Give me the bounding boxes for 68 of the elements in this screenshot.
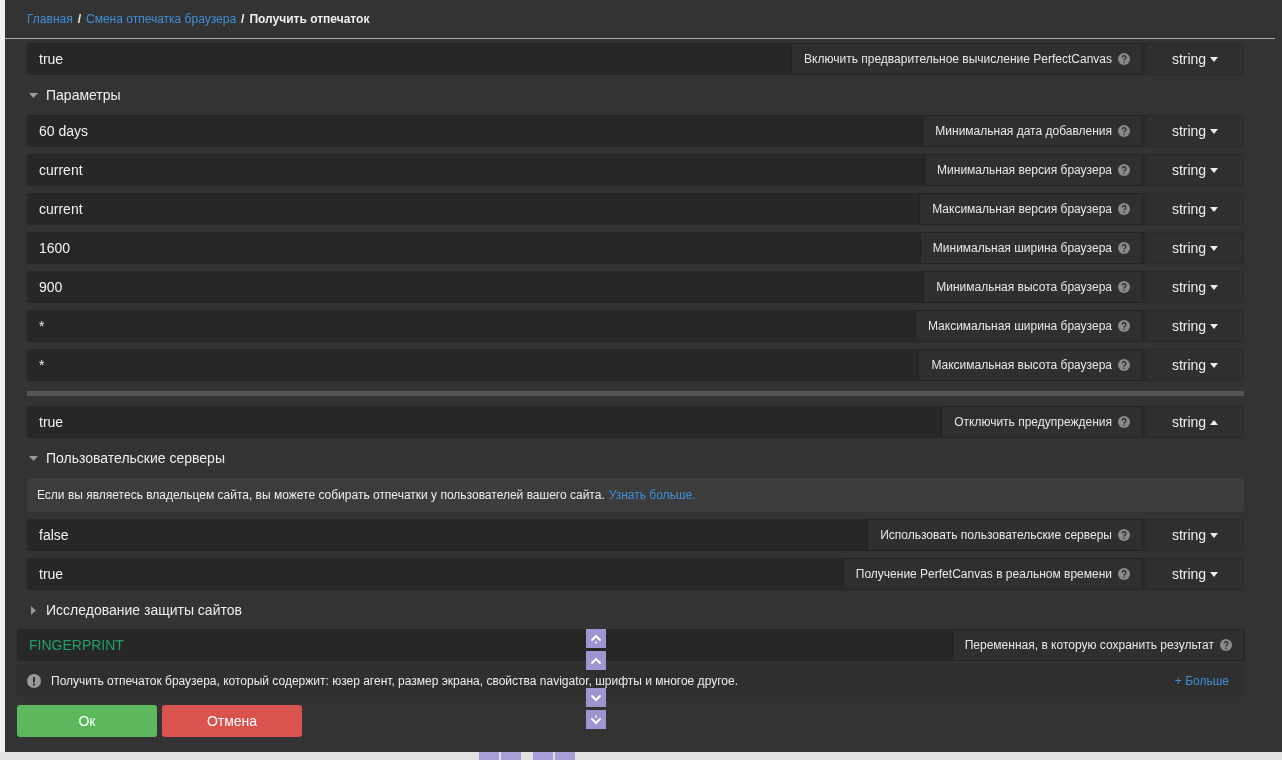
parameter-label: Минимальная высота браузера xyxy=(923,271,1143,303)
caret-icon xyxy=(1210,56,1219,62)
caret-icon xyxy=(1210,284,1219,290)
type-dropdown[interactable]: string xyxy=(1146,115,1244,147)
breadcrumb-separator: / xyxy=(241,12,245,26)
triangle-icon xyxy=(29,605,38,615)
parameter-label: Минимальная ширина браузера xyxy=(919,232,1143,264)
chevron-up-icon xyxy=(590,632,602,645)
breadcrumb-link[interactable]: Главная xyxy=(27,12,73,26)
help-icon xyxy=(1118,125,1130,137)
scroll-up-button[interactable] xyxy=(586,651,606,670)
caret-icon xyxy=(1210,419,1219,425)
help-icon xyxy=(1220,639,1232,651)
help-icon xyxy=(1118,164,1130,176)
section-toggle[interactable]: Исследование защиты сайтов xyxy=(27,597,242,623)
caret-icon xyxy=(1210,167,1219,173)
caret-icon xyxy=(1210,245,1219,251)
type-dropdown[interactable]: string xyxy=(1146,232,1244,264)
breadcrumb-current: Получить отпечаток xyxy=(249,12,370,26)
scroll-down-button[interactable] xyxy=(586,688,606,707)
type-dropdown[interactable]: string xyxy=(1146,349,1244,381)
help-icon xyxy=(1118,416,1130,428)
caret-icon xyxy=(1210,206,1219,212)
parameter-label: Получение PerfetCanvas в реальном времени xyxy=(842,558,1143,590)
caret-icon xyxy=(1210,128,1219,134)
triangle-icon xyxy=(29,90,38,100)
caret-icon xyxy=(1210,571,1219,577)
help-icon xyxy=(1118,320,1130,332)
type-dropdown[interactable]: string xyxy=(1146,154,1244,186)
type-dropdown[interactable]: string xyxy=(1146,406,1244,438)
caret-icon xyxy=(1210,362,1219,368)
parameter-label: Максимальная версия браузера xyxy=(919,193,1143,225)
scroll-down-button[interactable] xyxy=(586,710,606,729)
section-toggle[interactable]: Параметры xyxy=(27,82,121,108)
help-icon xyxy=(1118,359,1130,371)
caret-icon xyxy=(1210,532,1219,538)
parameter-label: Использовать пользовательские серверы xyxy=(867,519,1143,551)
breadcrumb-link[interactable]: Смена отпечатка браузера xyxy=(86,12,237,26)
warning-icon xyxy=(27,674,41,688)
description-text: Получить отпечаток браузера, который содержит: юзер агент, размер экрана, свойства navigator, шрифты и многое другое. xyxy=(51,674,739,688)
parameter-label: Максимальная высота браузера xyxy=(918,349,1143,381)
cancel-button[interactable]: Отмена xyxy=(162,705,302,737)
breadcrumb-separator: / xyxy=(77,12,82,26)
info-text: Если вы являетесь владельцем сайта, вы можете собирать отпечатки у пользователей вашего сайта. Узнать больше. xyxy=(37,488,696,502)
chevron-down-icon xyxy=(590,713,602,726)
type-dropdown[interactable]: string xyxy=(1146,310,1244,342)
type-dropdown[interactable]: string xyxy=(1146,271,1244,303)
section-toggle[interactable]: Пользовательские серверы xyxy=(27,445,225,471)
help-icon xyxy=(1118,242,1130,254)
type-dropdown[interactable]: string xyxy=(1146,519,1244,551)
help-icon xyxy=(1118,281,1130,293)
type-dropdown[interactable]: string xyxy=(1146,43,1244,75)
more-link[interactable]: + Больше xyxy=(1174,674,1229,688)
type-dropdown[interactable]: string xyxy=(1146,558,1244,590)
scroll-up-button[interactable] xyxy=(586,629,606,648)
parameter-label: Включить предварительное вычисление PerfectCanvas xyxy=(791,43,1143,75)
parameter-label: Отключить предупреждения xyxy=(941,406,1143,438)
help-icon xyxy=(1118,53,1130,65)
parameter-label: Минимальная версия браузера xyxy=(924,154,1143,186)
triangle-icon xyxy=(29,453,38,463)
help-icon xyxy=(1118,203,1130,215)
parameter-label: Минимальная дата добавления xyxy=(922,115,1143,147)
caret-icon xyxy=(1210,323,1219,329)
help-icon xyxy=(1118,529,1130,541)
parameter-label: Максимальная ширина браузера xyxy=(914,310,1143,342)
help-icon xyxy=(1118,568,1130,580)
type-dropdown[interactable]: string xyxy=(1146,193,1244,225)
parameter-label: Переменная, в которую сохранить результат xyxy=(951,629,1245,661)
